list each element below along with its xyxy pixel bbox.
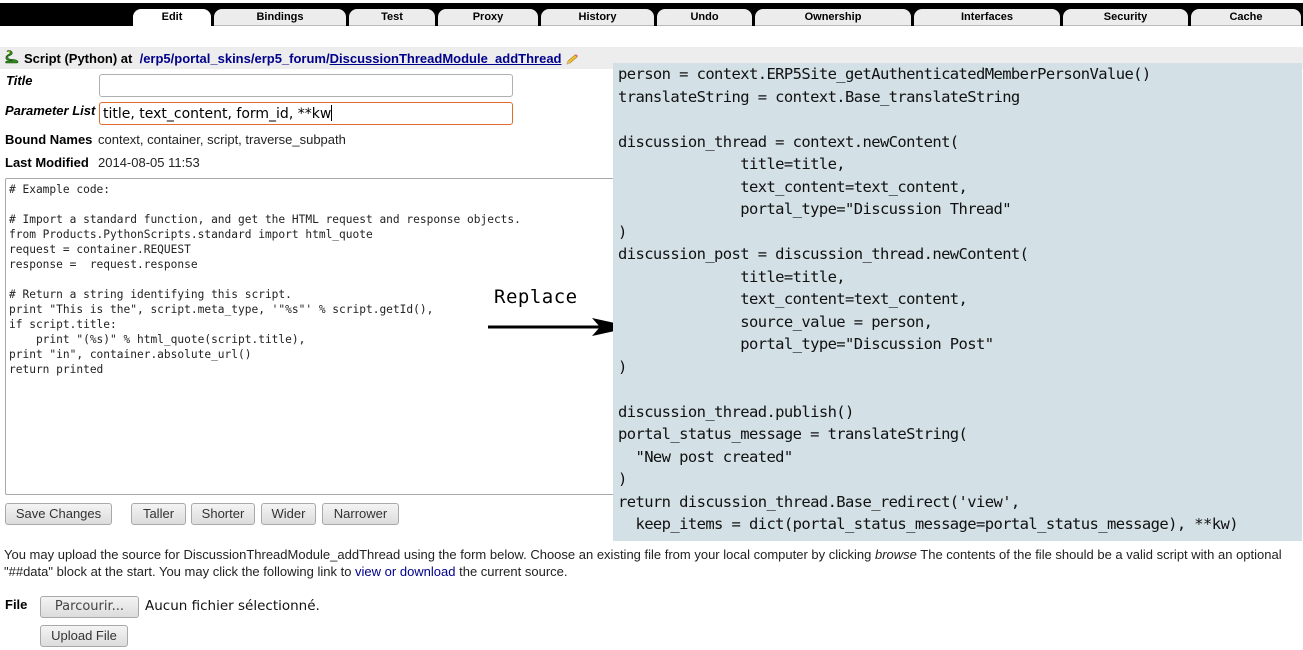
taller-button[interactable]: Taller: [131, 503, 186, 525]
parameter-list-label: Parameter List: [5, 103, 96, 118]
tab-proxy[interactable]: Proxy: [438, 9, 538, 26]
breadcrumb-object-id[interactable]: DiscussionThreadModule_addThread: [330, 51, 562, 66]
pencil-icon[interactable]: [565, 54, 579, 66]
bound-names-value: context, container, script, traverse_sub…: [98, 132, 346, 147]
script-body-content: # Example code: # Import a standard func…: [9, 183, 521, 376]
upload-instructions: You may upload the source for Discussion…: [4, 547, 1282, 579]
object-title: Script (Python) at /erp5/portal_skins/er…: [24, 51, 562, 66]
title-label: Title: [6, 73, 33, 88]
save-changes-button[interactable]: Save Changes: [5, 503, 112, 525]
python-script-icon: [5, 50, 19, 64]
view-or-download-link[interactable]: view or download: [355, 564, 455, 579]
file-selection-status: Aucun fichier sélectionné.: [145, 598, 320, 614]
arrow-right-icon: [488, 318, 633, 336]
last-modified-value: 2014-08-05 11:53: [98, 155, 200, 170]
tab-bar: Edit Bindings Test Proxy History Undo Ow…: [0, 3, 1303, 27]
upload-file-button[interactable]: Upload File: [40, 625, 128, 647]
file-label: File: [5, 597, 28, 612]
browse-emphasis: browse: [874, 547, 917, 562]
breadcrumb-portal-skins[interactable]: /portal_skins: [171, 51, 251, 66]
title-input[interactable]: [99, 74, 513, 97]
replacement-code: person = context.ERP5Site_getAuthenticat…: [618, 65, 1239, 533]
shorter-button[interactable]: Shorter: [191, 503, 255, 525]
meta-type: Script (Python) at: [24, 51, 133, 66]
narrower-button[interactable]: Narrower: [322, 503, 399, 525]
tab-history[interactable]: History: [541, 9, 654, 26]
replace-annotation-label: Replace: [494, 286, 578, 308]
tab-edit[interactable]: Edit: [133, 9, 211, 27]
browse-file-button[interactable]: Parcourir...: [40, 596, 139, 618]
breadcrumb-erp5-forum[interactable]: /erp5_forum: [251, 51, 326, 66]
tab-undo[interactable]: Undo: [657, 9, 752, 26]
wider-button[interactable]: Wider: [261, 503, 316, 525]
replacement-code-panel: person = context.ERP5Site_getAuthenticat…: [613, 63, 1302, 541]
tab-ownership[interactable]: Ownership: [755, 9, 911, 26]
tab-interfaces[interactable]: Interfaces: [914, 9, 1060, 26]
bound-names-label: Bound Names: [5, 132, 93, 147]
last-modified-label: Last Modified: [5, 155, 89, 170]
tab-bindings[interactable]: Bindings: [214, 9, 346, 26]
parameter-list-input[interactable]: title, text_content, form_id, **kw: [99, 102, 513, 125]
tab-test[interactable]: Test: [349, 9, 435, 26]
text-caret: [331, 105, 333, 121]
tab-security[interactable]: Security: [1063, 9, 1188, 26]
parameter-list-value: title, text_content, form_id, **kw: [103, 105, 333, 122]
breadcrumb-erp5[interactable]: /erp5: [140, 51, 171, 66]
tab-cache[interactable]: Cache: [1191, 9, 1301, 26]
